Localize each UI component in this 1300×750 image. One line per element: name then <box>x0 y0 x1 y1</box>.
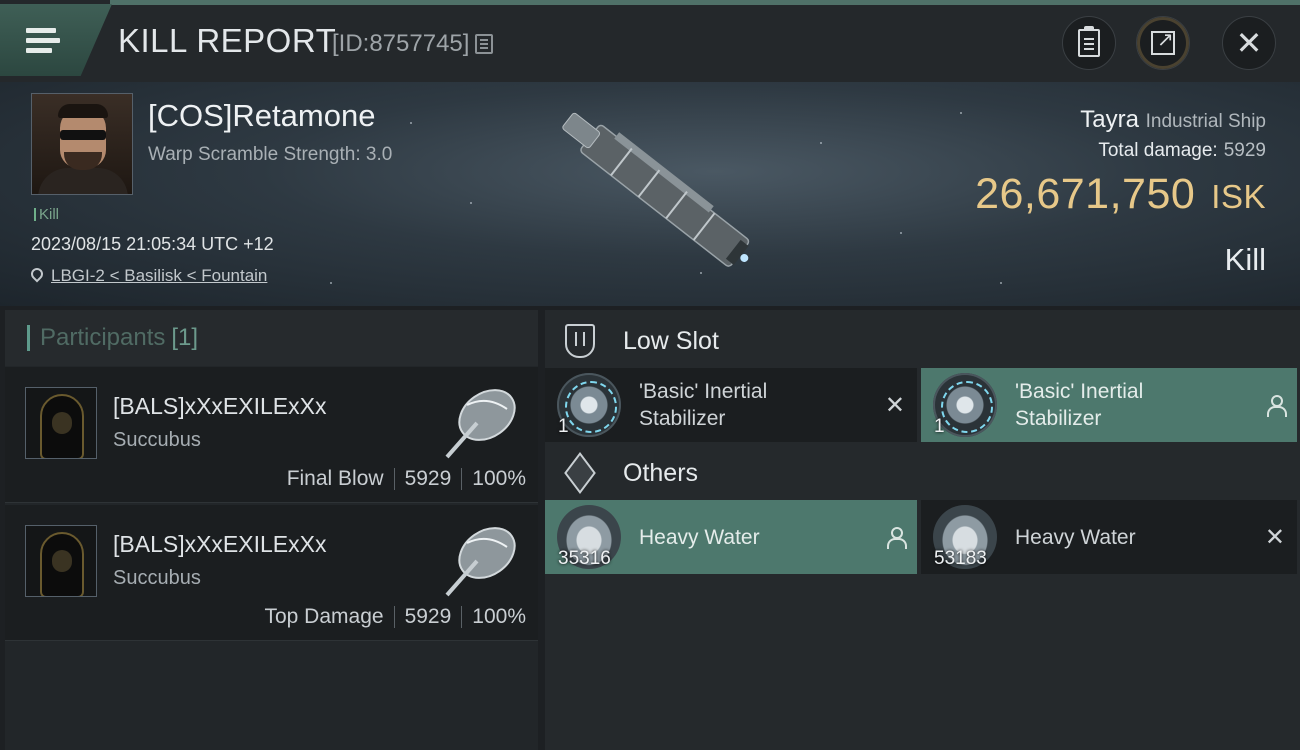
page-title: KILL REPORT <box>118 22 337 59</box>
items-panel: Low Slot 1 'Basic' Inertial Stabilizer ✕… <box>545 310 1300 750</box>
dropped-person-icon <box>1267 395 1287 417</box>
item-destroyed[interactable]: 1 'Basic' Inertial Stabilizer ✕ <box>545 368 917 442</box>
title-bar-accent <box>110 0 1300 5</box>
attacker-stats: Final Blow 5929 100% <box>287 467 526 491</box>
share-button[interactable] <box>1136 16 1190 70</box>
attacker-stats: Top Damage 5929 100% <box>264 605 526 629</box>
low-slot-title: Low Slot <box>623 326 719 355</box>
menu-button[interactable] <box>0 4 112 76</box>
hamburger-icon <box>26 23 60 58</box>
participants-count: [1] <box>171 324 199 351</box>
total-damage: Total damage: 5929 <box>1098 140 1266 161</box>
attacker-name: [BALS]xXxEXILExXx <box>113 393 327 419</box>
others-header: Others <box>545 444 1300 502</box>
victim-ship-type: Tayra Industrial Ship <box>1080 106 1266 134</box>
participant-row[interactable]: [BALS]xXxEXILExXx Succubus Final Blow 59… <box>5 367 538 503</box>
report-id-text: [ID:8757745] <box>332 30 470 57</box>
kill-location[interactable]: LBGI-2 < Basilisk < Fountain <box>31 266 267 286</box>
low-slot-header: Low Slot <box>545 312 1300 370</box>
item-name: 'Basic' Inertial Stabilizer <box>639 380 768 430</box>
attacker-ship: Succubus <box>113 567 201 589</box>
kill-datetime: 2023/08/15 21:05:34 UTC +12 <box>31 234 274 254</box>
attacker-ship: Succubus <box>113 429 201 451</box>
item-dropped[interactable]: 1 'Basic' Inertial Stabilizer <box>921 368 1297 442</box>
location-pin-icon <box>31 268 43 284</box>
attacker-portrait[interactable] <box>25 387 97 459</box>
attacker-ship-image[interactable] <box>437 375 527 465</box>
victim-name[interactable]: [COS]Retamone <box>148 98 375 134</box>
title-bar: KILL REPORT [ID:8757745] ✕ <box>0 0 1300 82</box>
victim-summary: [COS]Retamone Warp Scramble Strength: 3.… <box>0 82 1300 306</box>
attacker-damage-percent: 100% <box>472 605 526 628</box>
report-id: [ID:8757745] <box>332 30 494 58</box>
others-title: Others <box>623 458 699 487</box>
kill-result: Kill <box>1224 242 1266 277</box>
blow-type: Final Blow <box>286 467 384 490</box>
destroyed-icon: ✕ <box>1264 523 1285 551</box>
victim-ship-image[interactable] <box>530 87 780 297</box>
participant-row[interactable]: [BALS]xXxEXILExXx Succubus Top Damage 59… <box>5 505 538 641</box>
participants-label: Participants <box>40 324 166 351</box>
ship-class: Industrial Ship <box>1145 111 1266 132</box>
participants-panel: Participants [1] [BALS]xXxEXILExXx Succu… <box>5 310 538 750</box>
item-quantity: 1 <box>934 416 945 437</box>
kill-tag: Kill <box>34 206 59 223</box>
ship-name: Tayra <box>1080 106 1139 133</box>
item-quantity: 35316 <box>558 548 611 569</box>
attacker-damage: 5929 <box>404 605 452 628</box>
total-damage-value: 5929 <box>1223 140 1266 161</box>
cargo-box-icon <box>564 452 596 494</box>
attacker-damage: 5929 <box>404 467 452 490</box>
item-name: 'Basic' Inertial Stabilizer <box>1015 380 1144 430</box>
copy-icon[interactable] <box>475 34 494 54</box>
attacker-portrait[interactable] <box>25 525 97 597</box>
share-icon <box>1151 27 1175 55</box>
clipboard-icon <box>1078 26 1100 57</box>
close-button[interactable]: ✕ <box>1222 16 1276 70</box>
attacker-damage-percent: 100% <box>472 467 526 490</box>
isk-value: 26,671,750 ISK <box>975 170 1266 219</box>
isk-unit: ISK <box>1211 178 1266 215</box>
isk-amount: 26,671,750 <box>975 170 1196 218</box>
item-dropped[interactable]: 35316 Heavy Water <box>545 500 917 574</box>
attacker-name: [BALS]xXxEXILExXx <box>113 531 327 557</box>
item-destroyed[interactable]: 53183 Heavy Water ✕ <box>921 500 1297 574</box>
item-name: Heavy Water <box>1015 525 1136 549</box>
item-quantity: 53183 <box>934 548 987 569</box>
dropped-person-icon <box>887 527 907 549</box>
low-slot-icon <box>565 324 595 358</box>
damage-rank: Top Damage <box>264 605 384 628</box>
close-icon: ✕ <box>1235 25 1263 61</box>
victim-portrait[interactable] <box>31 93 133 195</box>
participants-header[interactable]: Participants [1] <box>5 310 538 366</box>
attacker-ship-image[interactable] <box>437 513 527 603</box>
item-quantity: 1 <box>558 416 569 437</box>
item-name: Heavy Water <box>639 525 760 549</box>
warp-scramble-strength: Warp Scramble Strength: 3.0 <box>148 144 393 165</box>
destroyed-icon: ✕ <box>884 391 905 419</box>
location-link[interactable]: LBGI-2 < Basilisk < Fountain <box>51 266 267 286</box>
clipboard-button[interactable] <box>1062 16 1116 70</box>
